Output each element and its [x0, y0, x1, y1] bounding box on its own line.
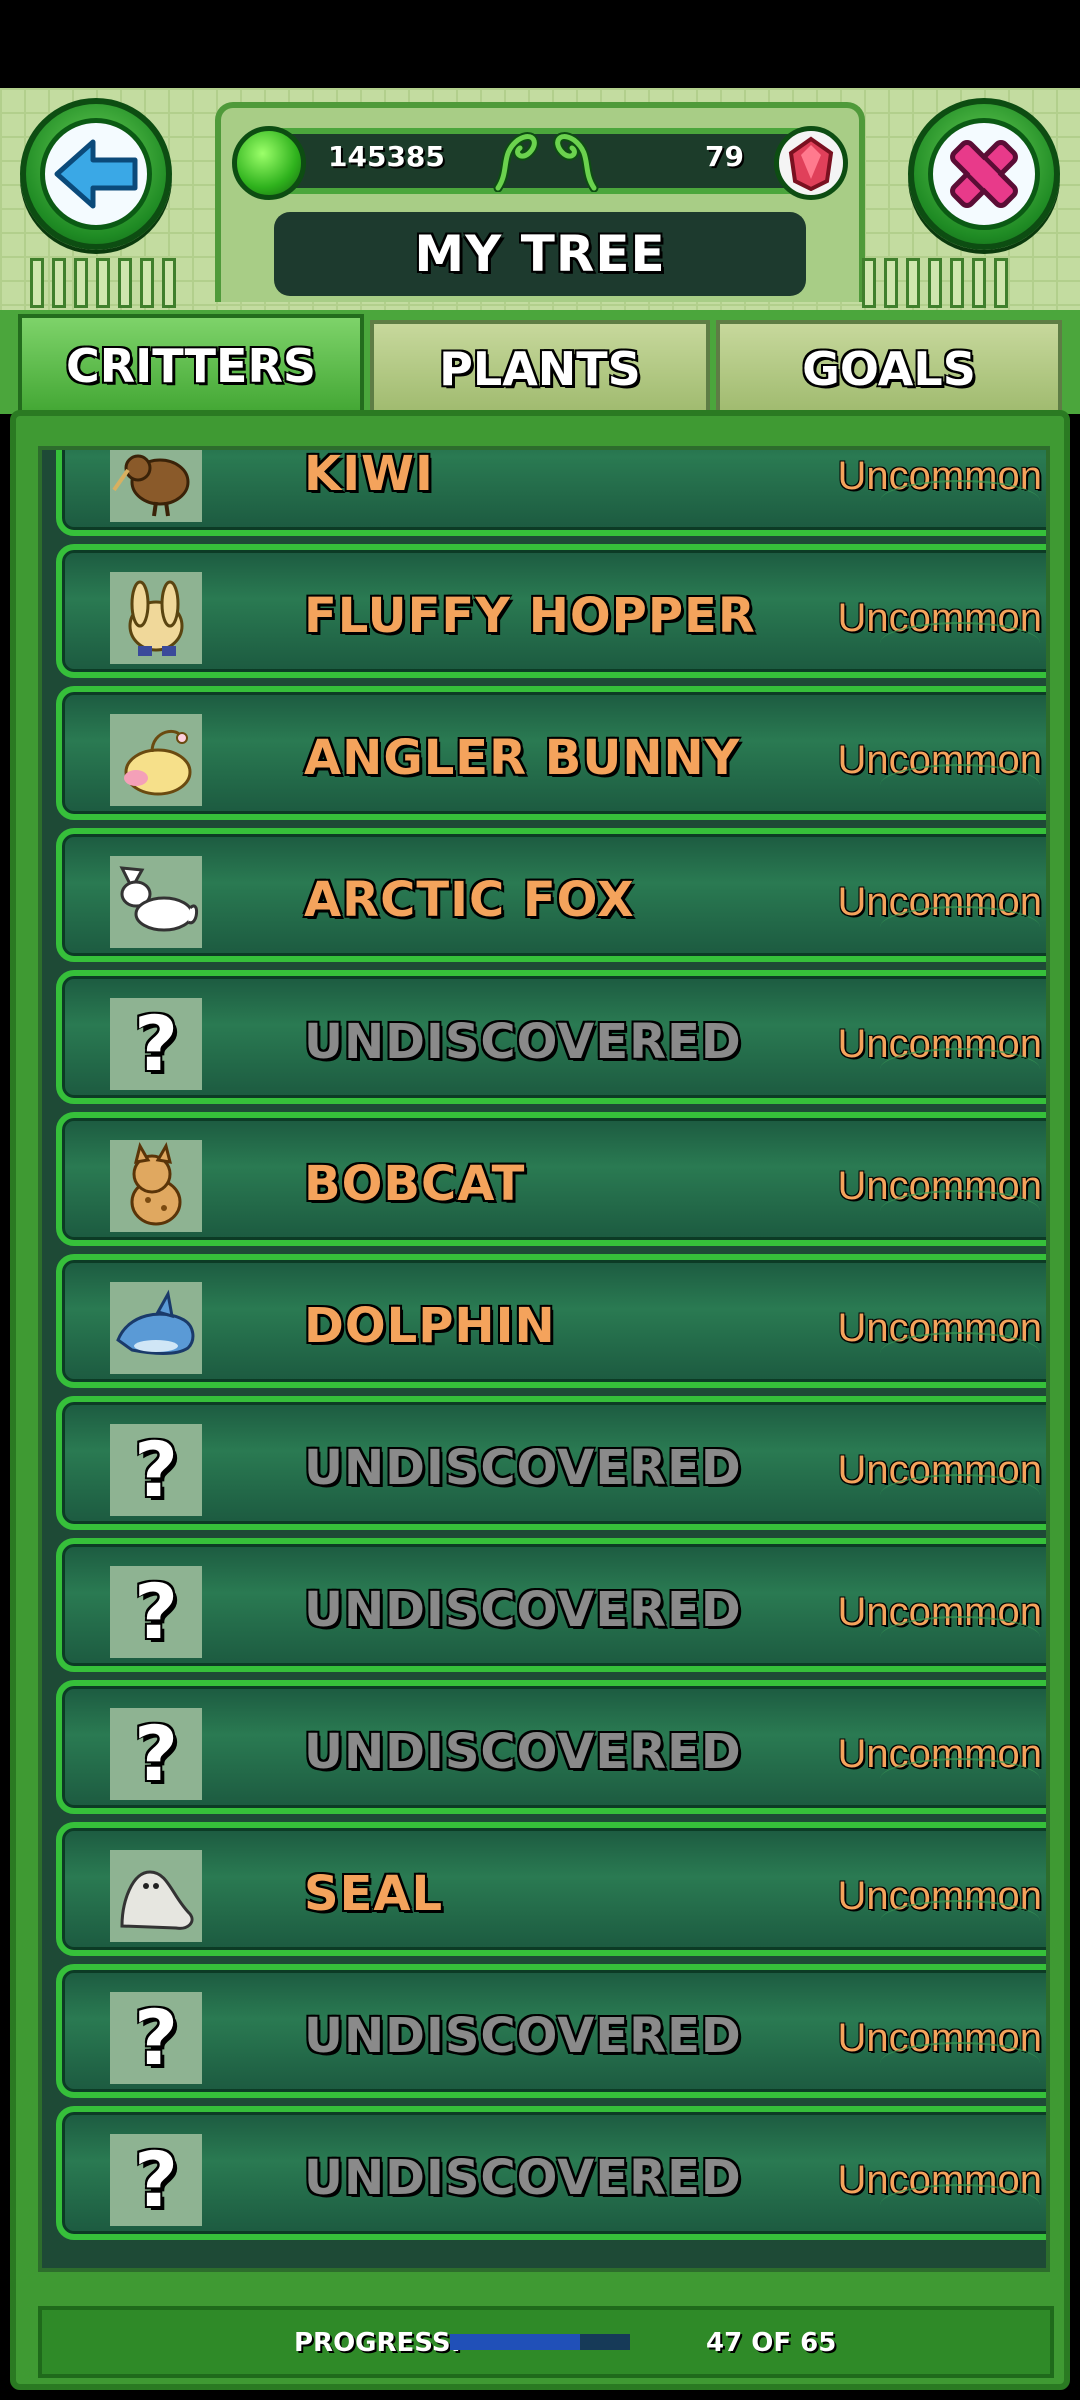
critter-rarity: Uncommon: [837, 596, 1042, 640]
currency-bar: 145385 79: [232, 126, 848, 200]
critter-name: FLUFFY HOPPER: [304, 588, 756, 644]
critter-rarity: Uncommon: [837, 738, 1042, 782]
arctic-fox-icon: [110, 856, 202, 948]
critter-name: UNDISCOVERED: [304, 1582, 742, 1638]
page-title: MY TREE: [274, 212, 806, 296]
critter-name: KIWI: [304, 446, 434, 502]
progress-label: PROGRESS:: [294, 2328, 461, 2358]
red-gem-icon: [774, 126, 848, 200]
critter-rarity: Uncommon: [837, 1164, 1042, 1208]
list-item[interactable]: SEAL Uncommon: [56, 1822, 1046, 1956]
critter-name: UNDISCOVERED: [304, 2150, 742, 2206]
list-item[interactable]: ARCTIC FOX Uncommon: [56, 828, 1046, 962]
list-item[interactable]: KIWI Uncommon: [56, 446, 1046, 536]
critter-name: UNDISCOVERED: [304, 1724, 742, 1780]
critter-rarity: Uncommon: [837, 1732, 1042, 1776]
critter-rarity: Uncommon: [837, 1590, 1042, 1634]
progress-footer: PROGRESS: 47 OF 65: [38, 2306, 1054, 2378]
critter-rarity: Uncommon: [837, 2016, 1042, 2060]
close-button[interactable]: [908, 98, 1060, 250]
question-mark-icon: ?: [110, 1424, 202, 1516]
list-item[interactable]: ? UNDISCOVERED Uncommon: [56, 1964, 1046, 2098]
critter-rarity: Uncommon: [837, 880, 1042, 924]
green-gem-icon: [232, 126, 306, 200]
header: 145385 79 MY TREE: [0, 88, 1080, 320]
seal-icon: [110, 1850, 202, 1942]
leaf-sprout-icon: [493, 132, 539, 192]
kiwi-icon: [110, 450, 202, 522]
angler-bunny-icon: [110, 714, 202, 806]
critter-rarity: Uncommon: [837, 1448, 1042, 1492]
critter-rarity: Uncommon: [837, 1874, 1042, 1918]
list-item[interactable]: ? UNDISCOVERED Uncommon: [56, 2106, 1046, 2240]
critter-rarity: Uncommon: [837, 2158, 1042, 2202]
close-icon: [950, 140, 1018, 208]
question-mark-icon: ?: [110, 2134, 202, 2226]
progress-fill: [450, 2334, 581, 2350]
critter-name: UNDISCOVERED: [304, 1440, 742, 1496]
list-item[interactable]: ANGLER BUNNY Uncommon: [56, 686, 1046, 820]
back-button[interactable]: [20, 98, 172, 250]
critter-rarity: Uncommon: [837, 1306, 1042, 1350]
critter-name: ARCTIC FOX: [304, 872, 635, 928]
tab-plants[interactable]: PLANTS: [370, 320, 710, 414]
list-item[interactable]: ? UNDISCOVERED Uncommon: [56, 1396, 1046, 1530]
critter-list-panel: KIWI Uncommon FLUFFY HOPPER Uncommon ANG…: [10, 410, 1070, 2390]
list-item[interactable]: BOBCAT Uncommon: [56, 1112, 1046, 1246]
gem-count: 79: [705, 140, 744, 173]
leaf-sprout-icon: [553, 132, 599, 192]
list-item[interactable]: ? UNDISCOVERED Uncommon: [56, 1680, 1046, 1814]
tab-bar: CRITTERS PLANTS GOALS: [0, 310, 1080, 414]
question-mark-icon: ?: [110, 1708, 202, 1800]
critter-list[interactable]: KIWI Uncommon FLUFFY HOPPER Uncommon ANG…: [38, 446, 1050, 2272]
fence-right: [862, 258, 1008, 308]
tab-critters[interactable]: CRITTERS: [18, 314, 364, 414]
list-item[interactable]: FLUFFY HOPPER Uncommon: [56, 544, 1046, 678]
critter-name: UNDISCOVERED: [304, 2008, 742, 2064]
critter-name: SEAL: [304, 1866, 444, 1922]
tab-goals[interactable]: GOALS: [716, 320, 1062, 414]
progress-count: 47 OF 65: [706, 2328, 837, 2358]
bobcat-icon: [110, 1140, 202, 1232]
critter-name: UNDISCOVERED: [304, 1014, 742, 1070]
status-bar: [0, 0, 1080, 88]
fence-left: [30, 258, 176, 308]
progress-track: [450, 2334, 630, 2350]
critter-rarity: Uncommon: [837, 454, 1042, 498]
question-mark-icon: ?: [110, 1992, 202, 2084]
critter-rarity: Uncommon: [837, 1022, 1042, 1066]
fluffy-hopper-icon: [110, 572, 202, 664]
critter-name: DOLPHIN: [304, 1298, 556, 1354]
dolphin-icon: [110, 1282, 202, 1374]
question-mark-icon: ?: [110, 1566, 202, 1658]
critter-name: ANGLER BUNNY: [304, 730, 741, 786]
critter-name: BOBCAT: [304, 1156, 526, 1212]
coin-count: 145385: [328, 140, 445, 173]
list-item[interactable]: DOLPHIN Uncommon: [56, 1254, 1046, 1388]
list-item[interactable]: ? UNDISCOVERED Uncommon: [56, 970, 1046, 1104]
question-mark-icon: ?: [110, 998, 202, 1090]
back-arrow-icon: [54, 139, 138, 209]
list-item[interactable]: ? UNDISCOVERED Uncommon: [56, 1538, 1046, 1672]
